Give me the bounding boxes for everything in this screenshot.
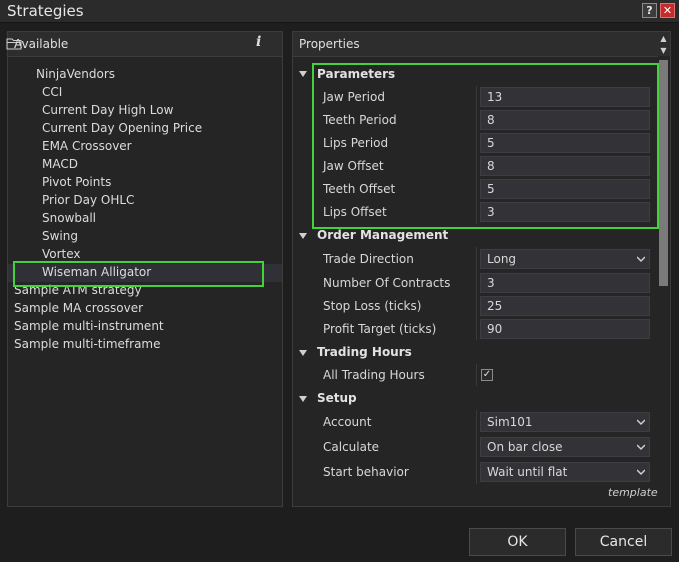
section-setup[interactable]: Setup xyxy=(317,389,357,407)
tree-item-sample-ma-crossover[interactable]: Sample MA crossover xyxy=(14,299,143,317)
collapse-triangle-icon[interactable] xyxy=(299,71,307,77)
column-divider xyxy=(476,364,477,386)
prop-label-jaw-period: Jaw Period xyxy=(323,90,385,104)
collapse-triangle-icon[interactable] xyxy=(299,233,307,239)
tree-item-prior-day-ohlc[interactable]: Prior Day OHLC xyxy=(42,191,134,209)
number-of-contracts-input[interactable]: 3 xyxy=(480,273,650,293)
account-select[interactable]: Sim101 xyxy=(480,412,650,432)
prop-label-start-behavior: Start behavior xyxy=(323,465,409,479)
prop-label-calculate: Calculate xyxy=(323,440,380,454)
tree-folder-ninjavendors[interactable]: NinjaVendors xyxy=(36,65,115,83)
column-divider xyxy=(476,410,477,484)
template-link[interactable]: template xyxy=(608,486,658,499)
profit-target-input[interactable]: 90 xyxy=(480,319,650,339)
prop-label-lips-period: Lips Period xyxy=(323,136,389,150)
all-trading-hours-checkbox[interactable]: ✓ xyxy=(481,369,493,381)
tree-item-snowball[interactable]: Snowball xyxy=(42,209,96,227)
tree-item-swing[interactable]: Swing xyxy=(42,227,78,245)
tree-item-cci[interactable]: CCI xyxy=(42,83,62,101)
section-trading-hours[interactable]: Trading Hours xyxy=(317,343,412,361)
cancel-button[interactable]: Cancel xyxy=(575,528,672,556)
start-behavior-value: Wait until flat xyxy=(487,465,568,479)
teeth-offset-input[interactable]: 5 xyxy=(480,179,650,199)
collapse-triangle-icon[interactable] xyxy=(299,396,307,402)
scrollbar-thumb[interactable] xyxy=(659,60,668,286)
tree-item-ema-crossover[interactable]: EMA Crossover xyxy=(42,137,132,155)
chevron-down-icon xyxy=(637,256,645,263)
prop-label-account: Account xyxy=(323,415,372,429)
tree-item-vortex[interactable]: Vortex xyxy=(42,245,81,263)
scroll-up-icon[interactable]: ▲ xyxy=(658,34,669,44)
account-value: Sim101 xyxy=(487,415,533,429)
tree-item-current-day-high-low[interactable]: Current Day High Low xyxy=(42,101,173,119)
prop-label-all-trading-hours: All Trading Hours xyxy=(323,368,425,382)
tree-item-sample-multi-timeframe[interactable]: Sample multi-timeframe xyxy=(14,335,161,353)
checkmark-icon: ✓ xyxy=(482,369,492,380)
column-divider xyxy=(476,86,477,224)
available-header: Available i xyxy=(8,32,282,57)
jaw-period-input[interactable]: 13 xyxy=(480,87,650,107)
prop-label-number-of-contracts: Number Of Contracts xyxy=(323,276,451,290)
tree-item-sample-atm-strategy[interactable]: Sample ATM strategy xyxy=(14,281,142,299)
properties-header: Properties xyxy=(293,32,670,57)
prop-label-jaw-offset: Jaw Offset xyxy=(323,159,384,173)
prop-label-profit-target: Profit Target (ticks) xyxy=(323,322,437,336)
info-icon[interactable]: i xyxy=(256,34,261,50)
lips-offset-input[interactable]: 3 xyxy=(480,202,650,222)
window-title: Strategies xyxy=(7,2,84,20)
prop-label-teeth-offset: Teeth Offset xyxy=(323,182,396,196)
jaw-offset-input[interactable]: 8 xyxy=(480,156,650,176)
tree-item-pivot-points[interactable]: Pivot Points xyxy=(42,173,111,191)
prop-label-teeth-period: Teeth Period xyxy=(323,113,397,127)
properties-title: Properties xyxy=(299,37,360,51)
start-behavior-select[interactable]: Wait until flat xyxy=(480,462,650,482)
tree-item-macd[interactable]: MACD xyxy=(42,155,78,173)
tree-item-wiseman-alligator[interactable]: Wiseman Alligator xyxy=(42,263,151,281)
stop-loss-input[interactable]: 25 xyxy=(480,296,650,316)
calculate-select[interactable]: On bar close xyxy=(480,437,650,457)
collapse-triangle-icon[interactable] xyxy=(299,350,307,356)
available-title: Available xyxy=(14,37,69,51)
tree-item-current-day-opening-price[interactable]: Current Day Opening Price xyxy=(42,119,202,137)
trade-direction-value: Long xyxy=(487,252,517,266)
calculate-value: On bar close xyxy=(487,440,563,454)
folder-icon xyxy=(6,38,22,50)
chevron-down-icon xyxy=(637,469,645,476)
prop-label-stop-loss: Stop Loss (ticks) xyxy=(323,299,422,313)
trade-direction-select[interactable]: Long xyxy=(480,249,650,269)
help-icon[interactable]: ? xyxy=(642,3,657,18)
chevron-down-icon xyxy=(637,419,645,426)
teeth-period-input[interactable]: 8 xyxy=(480,110,650,130)
tree-item-sample-multi-instrument[interactable]: Sample multi-instrument xyxy=(14,317,164,335)
section-parameters[interactable]: Parameters xyxy=(317,65,395,83)
scroll-down-icon[interactable]: ▼ xyxy=(658,46,669,56)
title-bar: Strategies ? ✕ xyxy=(0,0,679,23)
prop-label-lips-offset: Lips Offset xyxy=(323,205,387,219)
prop-label-trade-direction: Trade Direction xyxy=(323,252,414,266)
section-order-management[interactable]: Order Management xyxy=(317,226,448,244)
close-icon[interactable]: ✕ xyxy=(660,3,675,18)
lips-period-input[interactable]: 5 xyxy=(480,133,650,153)
chevron-down-icon xyxy=(637,444,645,451)
column-divider xyxy=(476,247,477,340)
ok-button[interactable]: OK xyxy=(469,528,566,556)
